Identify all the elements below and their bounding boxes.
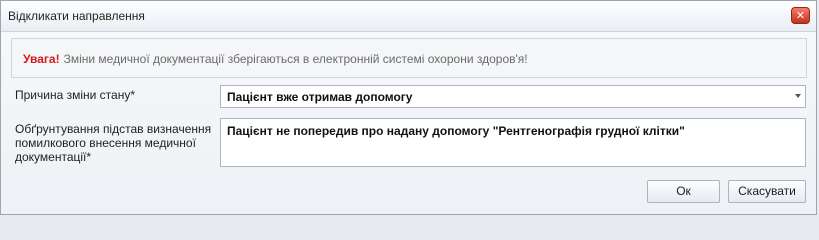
justification-textarea[interactable]: Пацієнт не попередив про надану допомогу…: [220, 118, 806, 167]
dialog-title: Відкликати направлення: [8, 9, 145, 23]
chevron-down-icon[interactable]: [795, 94, 801, 98]
close-button[interactable]: ✕: [791, 7, 810, 24]
justification-label: Обґрунтування підстав визначення помилко…: [15, 122, 212, 164]
ok-button[interactable]: Ок: [647, 180, 720, 203]
warning-message: Зміни медичної документації зберігаються…: [63, 52, 528, 66]
reason-label: Причина зміни стану*: [15, 88, 136, 102]
warning-alert: Увага! Зміни медичної документації зберіг…: [11, 38, 807, 78]
dialog-window: Відкликати направлення ✕ Увага! Зміни мед…: [0, 0, 817, 215]
justification-text: Пацієнт не попередив про надану допомогу…: [227, 124, 685, 138]
dialog-titlebar[interactable]: Відкликати направлення ✕: [1, 1, 816, 32]
warning-label: Увага!: [23, 52, 60, 66]
reason-select[interactable]: Пацієнт вже отримав допомогу: [220, 85, 806, 108]
close-icon: ✕: [795, 9, 806, 22]
cancel-button[interactable]: Скасувати: [728, 180, 806, 203]
reason-select-value: Пацієнт вже отримав допомогу: [227, 90, 413, 104]
